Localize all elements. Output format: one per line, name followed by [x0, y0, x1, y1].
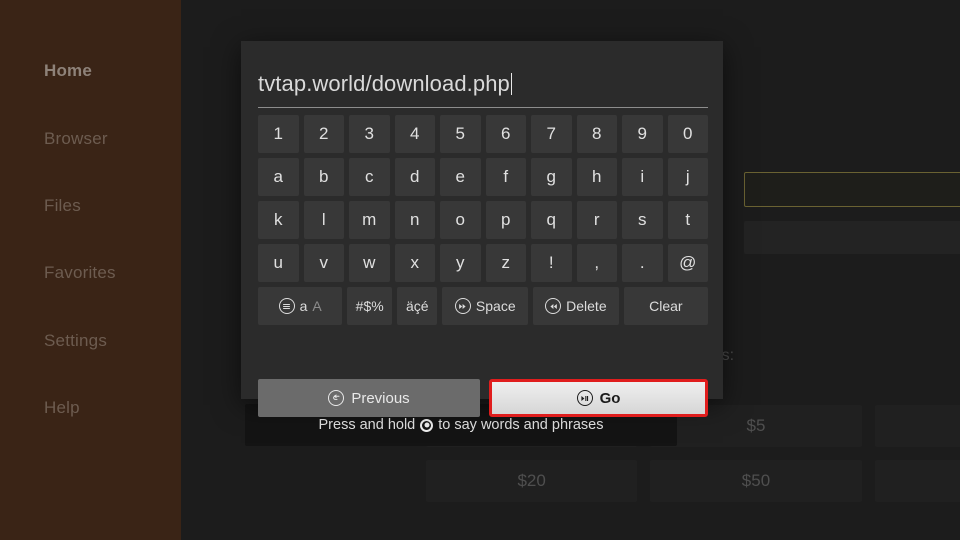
key-case-lower-label: a — [299, 298, 308, 314]
key-delete[interactable]: Delete — [533, 287, 619, 325]
onscreen-keyboard-panel: tvtap.world/download.php 1 2 3 4 5 6 7 8… — [241, 41, 723, 417]
key-9[interactable]: 9 — [622, 115, 663, 153]
key-0[interactable]: 0 — [667, 115, 708, 153]
key-exclamation[interactable]: ! — [531, 244, 572, 282]
key-space[interactable]: Space — [442, 287, 529, 325]
url-input-value: tvtap.world/download.php — [258, 71, 510, 96]
donate-button[interactable]: $50 — [650, 460, 862, 502]
play-pause-circle-icon — [576, 390, 593, 406]
key-6[interactable]: 6 — [485, 115, 526, 153]
sidebar: Home Browser Files Favorites Settings He… — [0, 0, 181, 540]
sidebar-item-home[interactable]: Home — [44, 58, 174, 84]
key-o[interactable]: o — [440, 201, 481, 239]
keyboard-row-digits: 1 2 3 4 5 6 7 8 9 0 — [258, 115, 708, 153]
key-q[interactable]: q — [531, 201, 572, 239]
key-k[interactable]: k — [258, 201, 299, 239]
key-x[interactable]: x — [394, 244, 435, 282]
sidebar-item-label: Settings — [44, 331, 108, 350]
key-accents[interactable]: äçé — [397, 287, 438, 325]
keyboard-rows: 1 2 3 4 5 6 7 8 9 0 a b c d e f g h i j … — [258, 115, 708, 330]
donate-button[interactable]: $20 — [426, 460, 638, 502]
background-go-button[interactable] — [744, 221, 960, 254]
sidebar-item-browser[interactable]: Browser — [44, 126, 174, 152]
key-r[interactable]: r — [576, 201, 617, 239]
key-h[interactable]: h — [576, 158, 617, 196]
voice-hint-text-after: to say words and phrases — [438, 417, 604, 433]
key-c[interactable]: c — [349, 158, 390, 196]
key-1[interactable]: 1 — [258, 115, 299, 153]
key-d[interactable]: d — [394, 158, 435, 196]
key-b[interactable]: b — [303, 158, 344, 196]
sidebar-item-favorites[interactable]: Favorites — [44, 260, 174, 286]
back-arrow-circle-icon — [328, 390, 345, 406]
text-caret — [510, 73, 513, 95]
key-j[interactable]: j — [667, 158, 708, 196]
key-comma[interactable]: , — [576, 244, 617, 282]
sidebar-item-help[interactable]: Help — [44, 395, 174, 421]
go-button[interactable]: Go — [489, 379, 708, 417]
donation-row: $20 $50 $100 — [426, 460, 960, 502]
go-button-label: Go — [599, 389, 621, 407]
donate-button[interactable]: $10 — [874, 405, 960, 447]
keyboard-row-a-j: a b c d e f g h i j — [258, 158, 708, 196]
key-clear[interactable]: Clear — [623, 287, 708, 325]
sidebar-item-label: Help — [44, 398, 80, 417]
key-z[interactable]: z — [485, 244, 526, 282]
voice-hint-text-before: Press and hold — [318, 417, 416, 433]
keyboard-row-k-t: k l m n o p q r s t — [258, 201, 708, 239]
key-case-upper-label: A — [312, 298, 322, 314]
rewind-circle-icon — [545, 298, 562, 314]
key-v[interactable]: v — [303, 244, 344, 282]
key-delete-label: Delete — [566, 298, 607, 314]
key-2[interactable]: 2 — [303, 115, 344, 153]
key-4[interactable]: 4 — [394, 115, 435, 153]
sidebar-item-label: Home — [44, 61, 93, 80]
previous-button[interactable]: Previous — [258, 379, 480, 417]
key-7[interactable]: 7 — [531, 115, 572, 153]
key-case-toggle[interactable]: aA — [258, 287, 343, 325]
key-m[interactable]: m — [349, 201, 390, 239]
sidebar-item-label: Files — [44, 196, 81, 215]
sidebar-item-files[interactable]: Files — [44, 193, 174, 219]
key-e[interactable]: e — [440, 158, 481, 196]
keyboard-action-row: Previous Go — [258, 379, 708, 417]
key-y[interactable]: y — [440, 244, 481, 282]
key-3[interactable]: 3 — [349, 115, 390, 153]
key-s[interactable]: s — [622, 201, 663, 239]
key-i[interactable]: i — [622, 158, 663, 196]
key-l[interactable]: l — [303, 201, 344, 239]
tv-screen: Home Browser Files Favorites Settings He… — [0, 0, 960, 540]
mic-circle-icon — [420, 418, 434, 432]
key-symbols[interactable]: #$% — [347, 287, 393, 325]
key-w[interactable]: w — [349, 244, 390, 282]
key-p[interactable]: p — [485, 201, 526, 239]
sidebar-item-label: Browser — [44, 129, 108, 148]
donate-button[interactable]: $100 — [874, 460, 960, 502]
key-8[interactable]: 8 — [576, 115, 617, 153]
key-at[interactable]: @ — [667, 244, 708, 282]
key-n[interactable]: n — [394, 201, 435, 239]
sidebar-item-label: Favorites — [44, 263, 116, 282]
key-u[interactable]: u — [258, 244, 299, 282]
key-space-label: Space — [475, 298, 516, 314]
key-period[interactable]: . — [622, 244, 663, 282]
previous-button-label: Previous — [351, 389, 410, 407]
key-g[interactable]: g — [531, 158, 572, 196]
key-f[interactable]: f — [485, 158, 526, 196]
key-t[interactable]: t — [667, 201, 708, 239]
url-input-field[interactable]: tvtap.world/download.php — [258, 67, 708, 108]
menu-circle-icon — [278, 298, 295, 314]
key-5[interactable]: 5 — [440, 115, 481, 153]
key-a[interactable]: a — [258, 158, 299, 196]
url-input-text-wrap: tvtap.world/download.php — [258, 67, 708, 101]
sidebar-item-settings[interactable]: Settings — [44, 328, 174, 354]
keyboard-row-functions: aA #$% äçé Space Delete Clear — [258, 287, 708, 325]
keyboard-row-u-at: u v w x y z ! , . @ — [258, 244, 708, 282]
fast-forward-circle-icon — [454, 298, 471, 314]
background-url-input[interactable] — [744, 172, 960, 207]
